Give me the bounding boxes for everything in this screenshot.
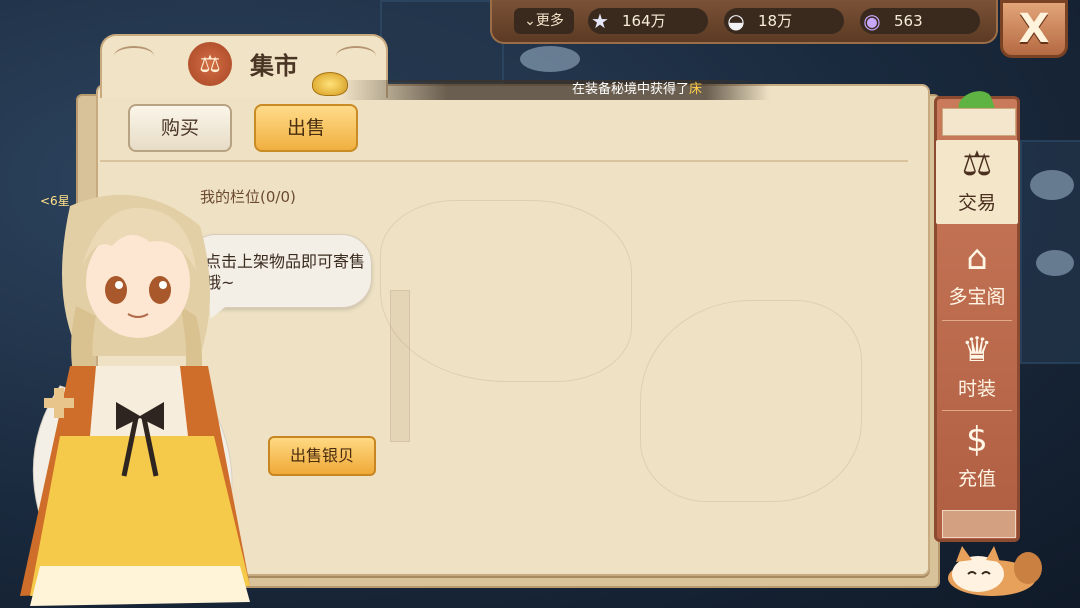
curl-decoration [336, 46, 376, 66]
star-value: 164万 [622, 12, 666, 30]
shell-value: 18万 [758, 12, 793, 30]
sidebar-ornament [942, 510, 1016, 538]
sidebar-item-label: 充值 [957, 468, 996, 490]
nautilus-value: 563 [894, 12, 923, 30]
close-icon: X [1018, 6, 1050, 52]
snow-patch [1030, 170, 1074, 200]
map-decoration [380, 200, 632, 382]
page-title: 集市 [250, 52, 298, 80]
notice-text: 在装备秘境中获得了 [572, 82, 690, 97]
sell-silver-button[interactable]: 出售银贝 [268, 436, 376, 476]
tab-sell[interactable]: 出售 [254, 104, 358, 152]
fox-mascot-icon [948, 546, 1042, 596]
more-button[interactable]: ⌄更多 [514, 8, 574, 34]
treasure-pavilion-icon: ⌂ [966, 238, 988, 278]
sidebar-item-label: 时装 [957, 378, 996, 400]
trade-scale-icon: ⚖ [961, 144, 993, 184]
currency-bar: ⌄更多 ★ 164万 ◒ 18万 ◉ 563 [490, 0, 998, 44]
shell-icon: ◒ [727, 9, 745, 33]
more-label: 更多 [535, 13, 564, 29]
chevron-down-icon: ⌄ [524, 13, 536, 29]
bg-tile [380, 0, 504, 84]
map-decoration [640, 300, 862, 502]
snow-patch [1036, 250, 1074, 276]
fashion-icon: ♛ [961, 330, 993, 370]
divider [100, 160, 908, 162]
snow-patch [520, 46, 580, 72]
sidebar-divider [942, 320, 1012, 321]
star-currency: ★ 164万 [588, 8, 708, 34]
sidebar-item-label: 交易 [957, 192, 996, 214]
sidebar-ornament [942, 108, 1016, 136]
star-icon: ★ [591, 9, 609, 33]
system-notice: 在装备秘境中获得了床 [340, 80, 770, 100]
dollar-icon: $ [966, 420, 988, 460]
tab-buy[interactable]: 购买 [128, 104, 232, 152]
map-decoration [390, 290, 410, 442]
sidebar-item-label: 多宝阁 [948, 286, 1006, 308]
nautilus-currency: ◉ 563 [860, 8, 980, 34]
nautilus-icon: ◉ [863, 9, 881, 33]
close-button[interactable]: X [1000, 0, 1068, 58]
scale-icon: ⚖ [188, 42, 232, 86]
curl-decoration [114, 46, 154, 66]
shell-currency: ◒ 18万 [724, 8, 844, 34]
sidebar-item-treasure[interactable]: ⌂ 多宝阁 [936, 234, 1018, 318]
sidebar-item-fashion[interactable]: ♛ 时装 [936, 326, 1018, 410]
sidebar-item-trade[interactable]: ⚖ 交易 [936, 140, 1018, 224]
notice-item: 床 [689, 82, 703, 97]
npc-girl-illustration [20, 194, 250, 606]
sidebar-divider [942, 410, 1012, 411]
sidebar-item-recharge[interactable]: $ 充值 [936, 416, 1018, 500]
